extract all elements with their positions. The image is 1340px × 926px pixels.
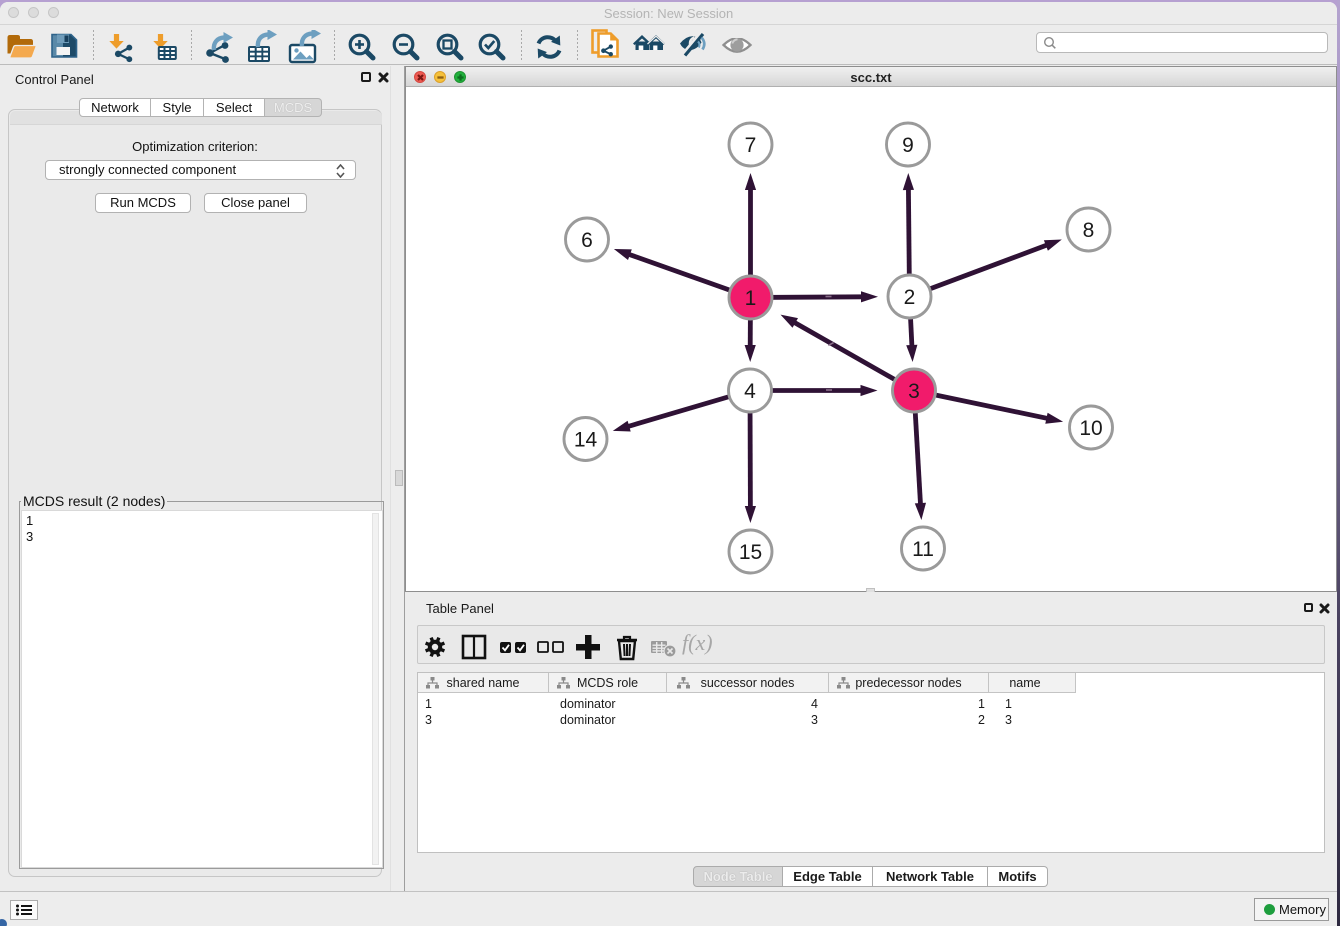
- svg-text:4: 4: [744, 380, 756, 403]
- svg-text:8: 8: [1083, 219, 1095, 242]
- svg-text:15: 15: [739, 541, 762, 564]
- svg-text:1: 1: [745, 287, 757, 310]
- svg-text:14: 14: [574, 428, 598, 451]
- svg-text:10: 10: [1079, 417, 1102, 440]
- svg-text:2: 2: [904, 286, 916, 309]
- svg-text:7: 7: [745, 134, 757, 157]
- svg-text:6: 6: [581, 229, 593, 252]
- svg-text:3: 3: [908, 380, 920, 403]
- svg-text:11: 11: [912, 538, 934, 561]
- svg-text:9: 9: [902, 134, 914, 157]
